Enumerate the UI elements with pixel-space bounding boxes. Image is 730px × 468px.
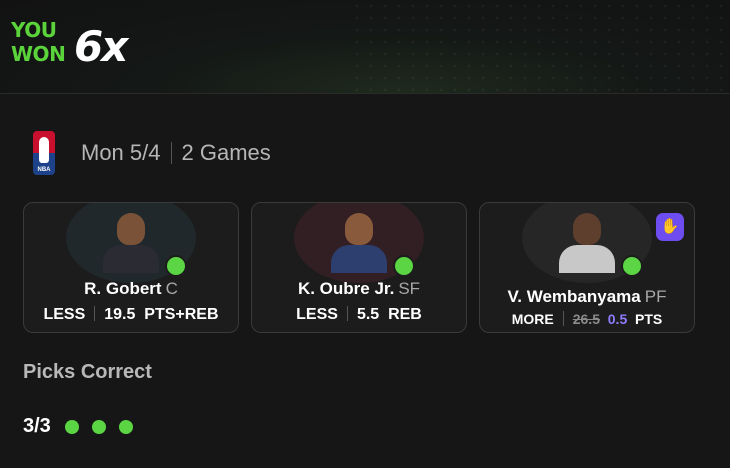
correct-dot <box>118 419 133 434</box>
pick-divider <box>346 306 348 321</box>
player-name: V. Wembanyama PF <box>480 287 694 307</box>
slate-date: Mon 5/4 <box>81 140 161 165</box>
pick-card-gobert[interactable]: R. Gobert C LESS 19.5 PTS+REB <box>23 202 239 333</box>
picks-correct-title: Picks Correct <box>23 361 152 383</box>
pick-card-wembanyama[interactable]: ✋ V. Wembanyama PF MORE 26.5 0.5 PTS <box>479 202 695 333</box>
picks-correct-row: 3/3 <box>23 415 146 438</box>
check-circle-icon <box>621 255 643 277</box>
pick-stat: PTS <box>635 311 663 327</box>
pick-card-oubre[interactable]: K. Oubre Jr. SF LESS 5.5 REB <box>251 202 467 333</box>
pick-original-value: 26.5 <box>572 311 600 327</box>
banner-sparkle-pattern <box>350 0 730 93</box>
payout-multiplier: 6x <box>74 22 128 71</box>
you-won-line1: YOU <box>11 18 57 42</box>
player-position: PF <box>644 287 667 306</box>
pick-direction: LESS <box>296 306 338 323</box>
you-won-line2: WON <box>11 42 66 66</box>
pick-value: 19.5 <box>104 306 136 323</box>
pick-line: LESS 19.5 PTS+REB <box>24 306 238 324</box>
pick-divider <box>562 311 564 326</box>
check-circle-icon <box>393 255 415 277</box>
pick-divider <box>94 306 96 321</box>
win-banner: YOU WON 6x <box>0 0 730 94</box>
pick-line: LESS 5.5 REB <box>252 306 466 324</box>
nba-logo-icon: NBA <box>33 131 55 175</box>
you-won-label: YOU WON <box>11 18 66 66</box>
nba-logo-text: NBA <box>37 167 51 173</box>
correct-dot <box>64 419 79 434</box>
check-circle-icon <box>165 255 187 277</box>
picks-correct-count: 3/3 <box>23 415 51 437</box>
pick-direction: MORE <box>511 311 554 327</box>
player-name-text: R. Gobert <box>84 279 162 298</box>
player-name: R. Gobert C <box>24 279 238 299</box>
player-avatar <box>331 211 387 273</box>
player-avatar <box>103 211 159 273</box>
header-divider <box>170 142 172 164</box>
pick-value: 5.5 <box>356 306 380 323</box>
correct-dot <box>91 419 106 434</box>
pick-stat: PTS+REB <box>144 306 219 323</box>
pick-line: MORE 26.5 0.5 PTS <box>480 311 694 327</box>
pick-direction: LESS <box>43 306 86 323</box>
boost-hand-icon[interactable]: ✋ <box>656 213 684 241</box>
player-name-text: K. Oubre Jr. <box>297 279 395 298</box>
pick-value: 0.5 <box>607 311 628 327</box>
player-avatar <box>559 211 615 273</box>
player-name-text: V. Wembanyama <box>507 287 641 306</box>
player-name: K. Oubre Jr. SF <box>252 279 466 299</box>
slate-games-count: 2 Games <box>181 140 271 165</box>
pick-stat: REB <box>388 306 422 323</box>
player-position: C <box>165 279 178 298</box>
slate-header: NBA Mon 5/4 2 Games <box>33 131 271 175</box>
player-position: SF <box>398 279 421 298</box>
